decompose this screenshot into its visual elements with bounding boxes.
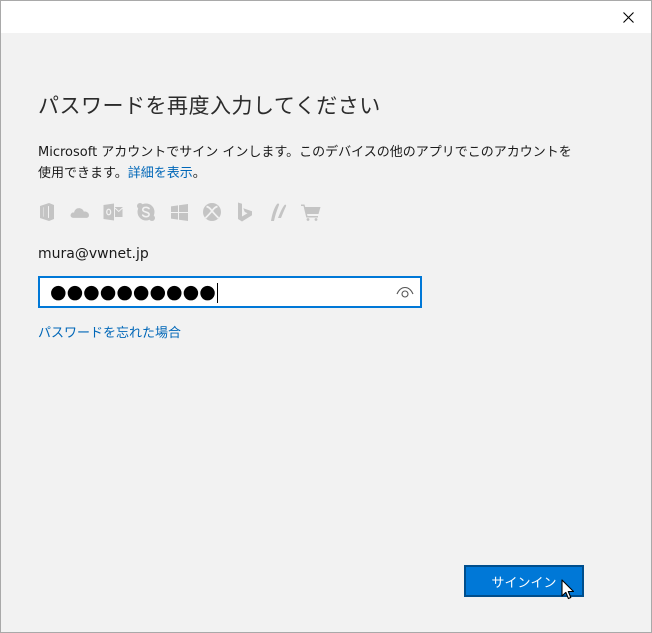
- description-suffix: 。: [192, 166, 206, 181]
- page-title: パスワードを再度入力してください: [38, 94, 381, 118]
- signin-dialog: パスワードを再度入力してください Microsoft アカウントでサイン インし…: [0, 0, 652, 633]
- office-icon: [36, 201, 58, 223]
- mouse-cursor-icon: [561, 579, 575, 600]
- skype-icon: [135, 201, 157, 223]
- xbox-icon: [201, 201, 223, 223]
- password-value: ●●●●●●●●●●: [50, 281, 218, 303]
- reveal-password-icon[interactable]: [396, 284, 414, 300]
- password-mask: ●●●●●●●●●●: [50, 281, 216, 303]
- description-text: Microsoft アカウントでサイン インします。このデバイスの他のアプリでこ…: [38, 142, 583, 184]
- bing-icon: [234, 201, 256, 223]
- service-icons: [36, 201, 322, 223]
- store-icon: [300, 201, 322, 223]
- close-button[interactable]: [605, 1, 651, 33]
- learn-more-link[interactable]: 詳細を表示: [128, 166, 193, 181]
- windows-icon: [168, 201, 190, 223]
- msn-icon: [267, 201, 289, 223]
- close-icon: [622, 11, 634, 23]
- account-email: mura@vwnet.jp: [38, 246, 149, 262]
- forgot-password-link[interactable]: パスワードを忘れた場合: [38, 322, 181, 341]
- title-bar: [1, 1, 651, 33]
- description-body: Microsoft アカウントでサイン インします。このデバイスの他のアプリでこ…: [38, 145, 572, 181]
- text-caret: [216, 282, 218, 303]
- outlook-icon: [102, 201, 124, 223]
- onedrive-icon: [69, 201, 91, 223]
- password-input[interactable]: ●●●●●●●●●●: [38, 276, 422, 308]
